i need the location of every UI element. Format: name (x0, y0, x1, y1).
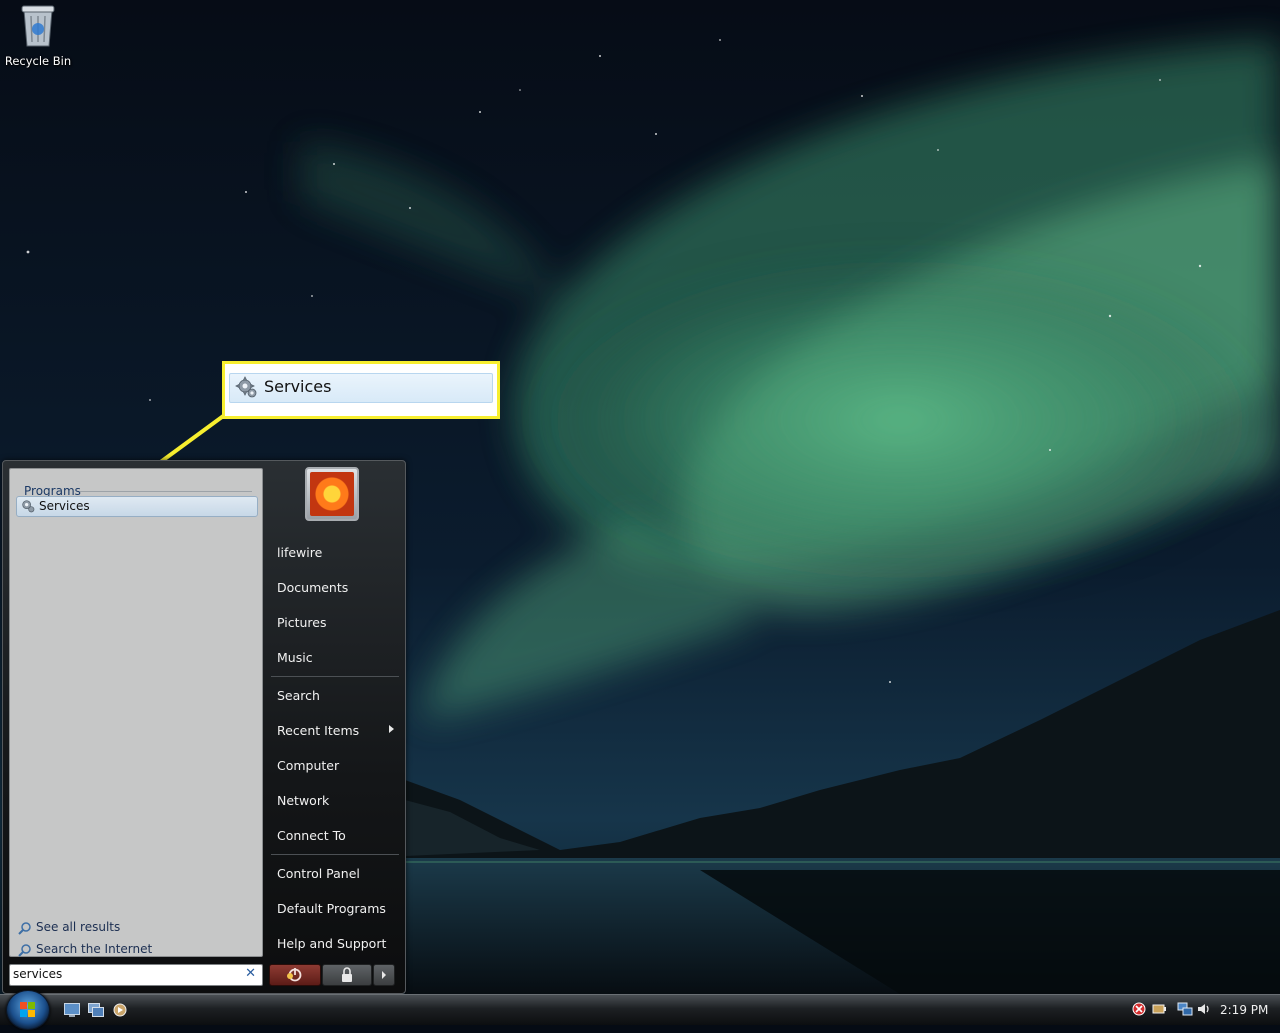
start-orb-button[interactable] (6, 990, 50, 1030)
lock-icon (342, 967, 352, 982)
start-item-connect-to[interactable]: Connect To (277, 828, 346, 843)
result-item-services[interactable]: Services (16, 496, 258, 517)
callout-zoom-box: Services (222, 361, 500, 419)
network-icon[interactable] (1177, 1001, 1193, 1017)
start-item-music[interactable]: Music (277, 650, 313, 665)
start-item-default-programs[interactable]: Default Programs (277, 901, 386, 916)
magnifier-icon (18, 921, 32, 938)
start-item-user[interactable]: lifewire (277, 545, 322, 560)
menu-separator (271, 676, 399, 677)
recycle-bin-icon (20, 2, 56, 52)
taskbar: 2:19 PM (0, 990, 1280, 1030)
magnifier-icon (18, 943, 32, 960)
start-item-help-support[interactable]: Help and Support (277, 936, 386, 951)
menu-separator (271, 854, 399, 855)
start-item-pictures[interactable]: Pictures (277, 615, 327, 630)
see-all-results-label: See all results (36, 920, 121, 934)
start-search-input[interactable] (13, 966, 233, 982)
power-button[interactable] (269, 964, 321, 986)
start-item-documents[interactable]: Documents (277, 580, 348, 595)
gear-icon (235, 376, 259, 404)
start-item-recent-items-label: Recent Items (277, 723, 360, 738)
section-divider (80, 491, 252, 492)
search-internet-label: Search the Internet (36, 942, 153, 956)
start-item-computer[interactable]: Computer (277, 758, 339, 773)
callout-services-label: Services (264, 377, 332, 396)
lock-button[interactable] (322, 964, 372, 986)
show-desktop-icon[interactable] (64, 1002, 80, 1017)
start-item-control-panel[interactable]: Control Panel (277, 866, 360, 881)
gear-icon (20, 498, 36, 518)
desktop-icon-label: Recycle Bin (4, 54, 72, 68)
start-item-search[interactable]: Search (277, 688, 320, 703)
clear-search-icon[interactable]: ✕ (245, 966, 256, 981)
windows-logo-icon (20, 1002, 35, 1017)
start-menu: Programs Services See all results Search… (2, 460, 406, 994)
start-item-recent-items[interactable]: Recent Items (277, 723, 397, 738)
security-alert-icon[interactable] (1131, 1001, 1147, 1017)
start-search-box[interactable]: ✕ (9, 964, 263, 986)
result-item-label: Services (39, 499, 90, 513)
submenu-arrow-icon (389, 725, 394, 733)
taskbar-clock[interactable]: 2:19 PM (1220, 1003, 1268, 1017)
chevron-right-icon (382, 971, 386, 979)
shutdown-options-button[interactable] (373, 964, 395, 986)
power-icon[interactable] (1151, 1001, 1167, 1017)
media-player-icon[interactable] (112, 1002, 128, 1017)
desktop-icon-recycle-bin[interactable]: Recycle Bin (4, 2, 72, 68)
start-menu-results-pane: Programs Services See all results Search… (9, 468, 263, 957)
user-picture[interactable] (305, 467, 359, 521)
callout-services-row: Services (229, 373, 493, 403)
flower-picture-icon (310, 472, 354, 516)
start-item-network[interactable]: Network (277, 793, 329, 808)
volume-icon[interactable] (1196, 1001, 1212, 1017)
switch-windows-icon[interactable] (88, 1002, 104, 1017)
power-icon (287, 968, 302, 982)
